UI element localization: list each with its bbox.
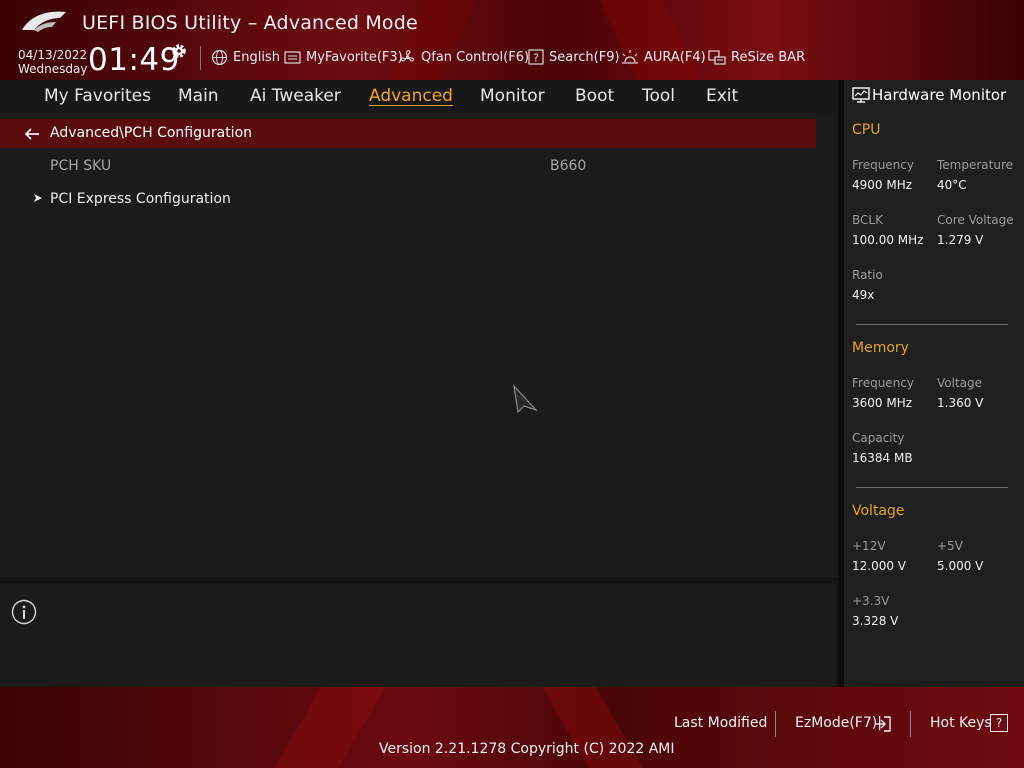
memory-frequency-label: Frequency: [852, 376, 914, 390]
core-voltage-label: Core Voltage: [937, 213, 1014, 227]
ezmode-label: EzMode(F7)|: [795, 715, 882, 731]
tab-boot[interactable]: Boot: [575, 86, 614, 106]
v5-label: +5V: [937, 539, 963, 553]
language-label: English: [233, 49, 280, 65]
rog-logo-icon: [22, 11, 66, 32]
gear-icon[interactable]: [170, 42, 188, 60]
ezmode-button[interactable]: EzMode(F7)|: [795, 715, 882, 731]
date-text: 04/13/2022: [18, 48, 88, 62]
aura-button[interactable]: AURA(F4): [621, 47, 706, 67]
pch-sku-label: PCH SKU: [50, 158, 112, 174]
svg-text:?: ?: [533, 52, 539, 65]
cpu-frequency-label: Frequency: [852, 158, 914, 172]
help-panel: [0, 584, 836, 687]
search-button[interactable]: ? Search(F9): [528, 47, 620, 67]
last-modified-button[interactable]: Last Modified: [674, 715, 767, 731]
info-icon: [11, 599, 37, 625]
v33-label: +3.3V: [852, 594, 890, 608]
qfan-control-label: Qfan Control(F6): [421, 49, 530, 65]
section-divider: [856, 324, 1008, 325]
breadcrumb: Advanced\PCH Configuration: [50, 125, 253, 141]
cpu-frequency-value: 4900 MHz: [852, 178, 913, 192]
fan-icon: [400, 49, 414, 62]
resize-bar-label: ReSize BAR: [731, 49, 806, 65]
monitor-icon: [852, 87, 870, 103]
memory-voltage-value: 1.360 V: [937, 396, 984, 410]
search-label: Search(F9): [549, 49, 620, 65]
v12-label: +12V: [852, 539, 886, 553]
mouse-cursor-icon: [513, 384, 538, 414]
hot-keys-button[interactable]: Hot Keys: [930, 715, 992, 731]
ratio-label: Ratio: [852, 268, 883, 282]
day-text: Wednesday: [18, 62, 88, 76]
bclk-value: 100.00 MHz: [852, 233, 924, 247]
bclk-label: BCLK: [852, 213, 883, 227]
version-text: Version 2.21.1278 Copyright (C) 2022 AMI: [379, 741, 675, 757]
favorite-list-icon: [284, 50, 301, 64]
voltage-heading: Voltage: [852, 503, 905, 519]
memory-heading: Memory: [852, 340, 909, 356]
tab-exit[interactable]: Exit: [706, 86, 738, 106]
resize-bar-button[interactable]: ReSize BAR: [708, 47, 805, 67]
aura-label: AURA(F4): [644, 49, 706, 65]
core-voltage-value: 1.279 V: [937, 233, 984, 247]
aura-light-icon: [622, 49, 638, 64]
tab-tool[interactable]: Tool: [642, 86, 675, 106]
memory-voltage-label: Voltage: [937, 376, 983, 390]
search-help-icon: ?: [528, 49, 544, 65]
v33-value: 3.328 V: [852, 614, 899, 628]
memory-frequency-value: 3600 MHz: [852, 396, 913, 410]
tab-ai-tweaker[interactable]: Ai Tweaker: [250, 86, 341, 106]
section-divider: [856, 487, 1008, 488]
language-button[interactable]: English: [211, 47, 280, 67]
tab-main[interactable]: Main: [178, 86, 219, 106]
qfan-control-button[interactable]: Qfan Control(F6): [399, 47, 529, 67]
hot-keys-badge[interactable]: ?: [990, 714, 1008, 732]
pch-sku-value: B660: [550, 158, 587, 174]
submenu-arrow-icon: [34, 194, 42, 202]
clock[interactable]: 01:49: [88, 42, 180, 78]
main-panel: [0, 113, 838, 577]
exit-to-ez-icon: [876, 716, 891, 732]
ratio-value: 49x: [852, 288, 875, 302]
myfavorite-label: MyFavorite(F3): [306, 49, 403, 65]
tab-monitor[interactable]: Monitor: [480, 86, 545, 106]
hardware-monitor-title: Hardware Monitor: [872, 86, 1007, 104]
globe-icon: [211, 49, 228, 65]
cpu-temperature-value: 40°C: [937, 178, 967, 192]
myfavorite-button[interactable]: MyFavorite(F3): [284, 47, 403, 67]
resize-bar-icon: [708, 49, 726, 65]
v12-value: 12.000 V: [852, 559, 907, 573]
pci-express-configuration-item[interactable]: PCI Express Configuration: [50, 191, 231, 207]
cpu-temperature-label: Temperature: [937, 158, 1014, 172]
app-title: UEFI BIOS Utility – Advanced Mode: [82, 12, 418, 34]
back-arrow-icon[interactable]: [24, 126, 40, 142]
memory-capacity-value: 16384 MB: [852, 451, 913, 465]
tab-advanced[interactable]: Advanced: [369, 86, 453, 106]
cpu-heading: CPU: [852, 122, 881, 138]
footer-divider: [910, 711, 911, 737]
footer-divider: [775, 711, 776, 737]
tab-my-favorites[interactable]: My Favorites: [44, 86, 151, 106]
memory-capacity-label: Capacity: [852, 431, 905, 445]
toolbar-divider: [200, 46, 201, 70]
v5-value: 5.000 V: [937, 559, 984, 573]
